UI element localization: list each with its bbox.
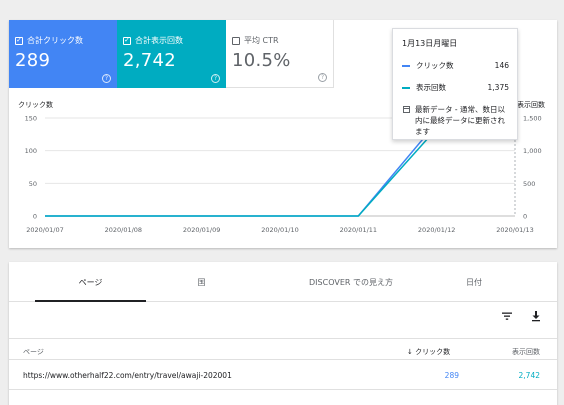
- tooltip-row-clicks: クリック数 146: [402, 60, 509, 71]
- dimension-tabs: ページ 国 DISCOVER での見え方 日付: [9, 262, 557, 302]
- calendar-icon: [403, 106, 410, 113]
- tooltip-clicks-value: 146: [494, 61, 509, 70]
- tab-countries[interactable]: 国: [159, 262, 244, 302]
- x-tick-label: 2020/01/12: [418, 226, 455, 234]
- sort-desc-icon: ↓: [407, 348, 413, 356]
- tab-discover-appearance[interactable]: DISCOVER での見え方: [271, 262, 431, 302]
- tooltip-impressions-value: 1,375: [487, 83, 509, 92]
- tooltip-note-text: 最新データ - 通常、数日以内に最終データに更新されます: [415, 105, 505, 136]
- y-left-tick-label: 150: [25, 115, 37, 123]
- left-axis-title: クリック数: [18, 100, 53, 109]
- x-tick-label: 2020/01/11: [340, 226, 377, 234]
- tooltip-date: 1月13日月曜日: [402, 39, 458, 48]
- row-clicks-value: 289: [444, 371, 459, 380]
- y-right-tick-label: 0: [523, 213, 527, 221]
- x-tick-label: 2020/01/08: [105, 226, 142, 234]
- table-header: ページ ↓ クリック数 表示回数: [9, 338, 557, 360]
- y-right-tick-label: 500: [523, 180, 535, 188]
- filter-icon[interactable]: [501, 310, 513, 322]
- y-left-tick-label: 0: [33, 213, 37, 221]
- y-right-tick-label: 1,000: [523, 147, 542, 155]
- x-tick-label: 2020/01/09: [183, 226, 220, 234]
- tab-dates[interactable]: 日付: [439, 262, 509, 302]
- y-left-tick-label: 50: [29, 180, 37, 188]
- tooltip-impressions-label: 表示回数: [416, 83, 446, 92]
- column-header-clicks[interactable]: ↓ クリック数: [407, 347, 450, 357]
- column-header-clicks-label: クリック数: [415, 348, 451, 356]
- right-axis-title: 表示回数: [517, 100, 545, 109]
- table-row[interactable]: https://www.otherhalf22.com/entry/travel…: [9, 360, 557, 390]
- tab-pages[interactable]: ページ: [35, 262, 146, 302]
- tooltip-clicks-label: クリック数: [416, 61, 454, 70]
- x-tick-label: 2020/01/07: [26, 226, 63, 234]
- y-right-tick-label: 1,500: [523, 115, 542, 123]
- impressions-swatch: [402, 86, 410, 89]
- tooltip-row-impressions: 表示回数 1,375: [402, 82, 509, 93]
- active-tab-indicator: [35, 300, 146, 302]
- table-card: ページ 国 DISCOVER での見え方 日付 ページ ↓ クリック数 表示回数…: [9, 262, 557, 405]
- column-header-impressions[interactable]: 表示回数: [512, 347, 540, 357]
- clicks-swatch: [402, 64, 410, 67]
- column-header-page[interactable]: ページ: [23, 347, 44, 357]
- chart-tooltip: 1月13日月曜日 クリック数 146 表示回数 1,375 最新データ - 通常…: [392, 28, 518, 140]
- row-page-url[interactable]: https://www.otherhalf22.com/entry/travel…: [23, 371, 232, 380]
- download-icon[interactable]: [530, 310, 542, 322]
- y-left-tick-label: 100: [25, 147, 37, 155]
- performance-card: ✓ 合計クリック数 289 ? ✓ 合計表示回数 2,742 ? 平均 CTR …: [9, 20, 557, 248]
- x-tick-label: 2020/01/13: [496, 226, 533, 234]
- x-tick-label: 2020/01/10: [261, 226, 298, 234]
- tooltip-note: 最新データ - 通常、数日以内に最終データに更新されます: [402, 104, 509, 137]
- row-impressions-value: 2,742: [518, 371, 540, 380]
